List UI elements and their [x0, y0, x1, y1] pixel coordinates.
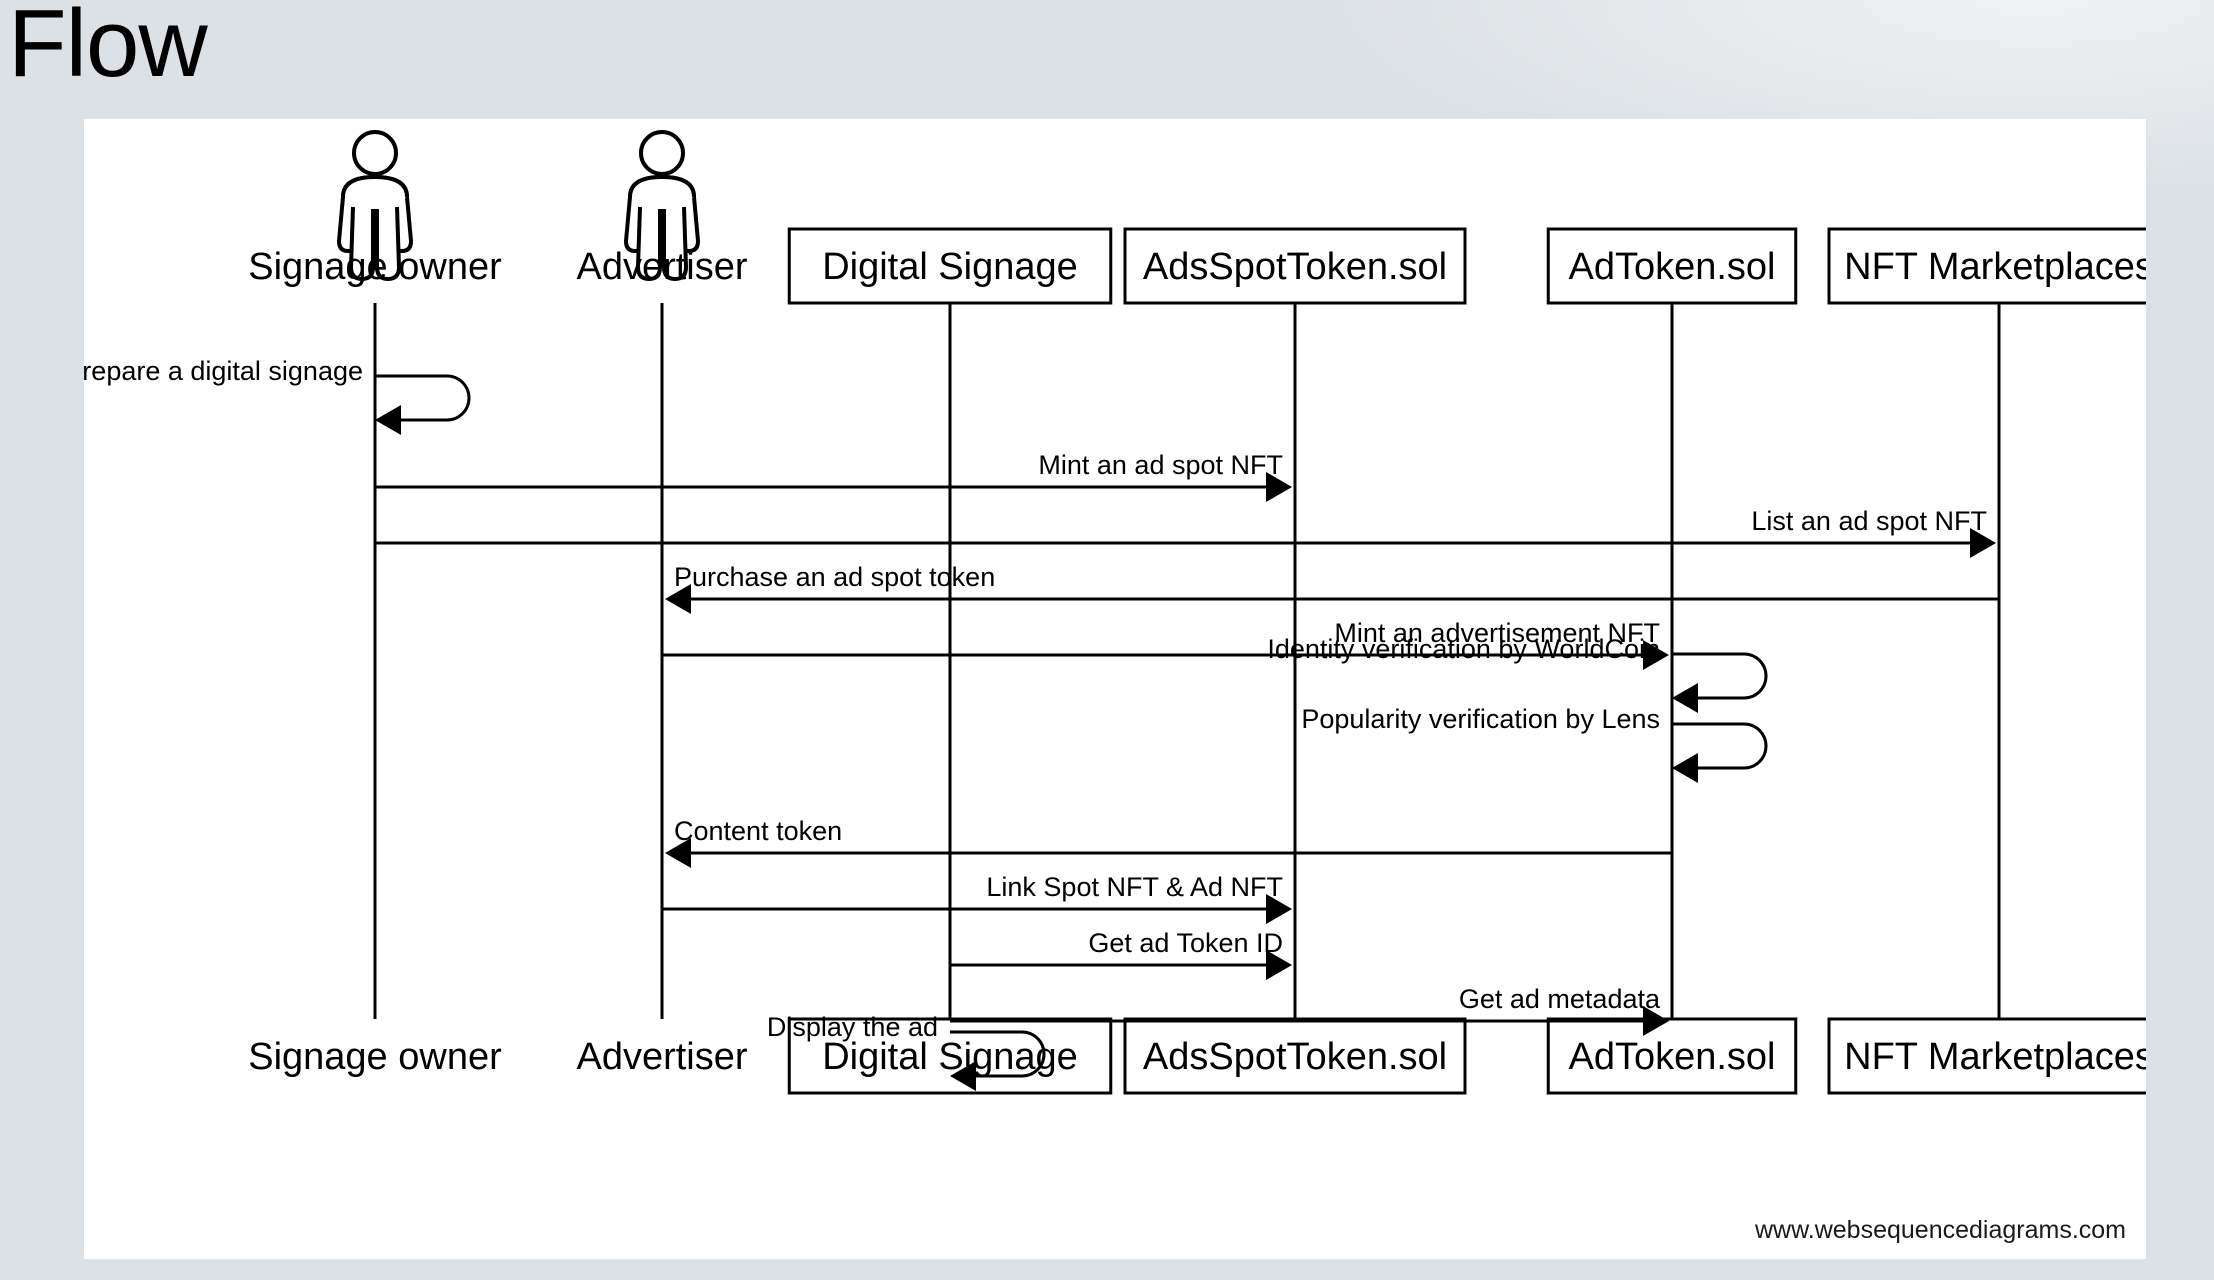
message-6[interactable]: Identity verification by WorldCoin: [1267, 634, 1768, 713]
message-8[interactable]: Content token: [665, 816, 1672, 868]
participant-label: Digital Signage: [822, 246, 1078, 288]
diagram-canvas: Signage owner Signage owner Advertiser Adve…: [84, 119, 2146, 1259]
participant-label: AdsSpotToken.sol: [1143, 246, 1447, 288]
message-label: List an ad spot NFT: [1751, 506, 1987, 536]
participant-signage_owner[interactable]: Signage owner Signage owner: [248, 130, 502, 1078]
message-label: Prepare a digital signage: [84, 356, 363, 386]
participant-advertiser[interactable]: Advertiser Advertiser: [576, 130, 748, 1078]
message-9[interactable]: Link Spot NFT & Ad NFT: [662, 872, 1292, 924]
participant-label: AdsSpotToken.sol: [1143, 1036, 1447, 1078]
message-label: Popularity verification by Lens: [1301, 704, 1660, 734]
message-label: Identity verification by WorldCoin: [1267, 634, 1660, 664]
arrow-head: [1672, 753, 1698, 783]
participant-label: AdToken.sol: [1568, 246, 1775, 288]
message-label: Get ad metadata: [1459, 984, 1661, 1014]
message-label: Purchase an ad spot token: [674, 562, 995, 592]
arrow-head: [375, 405, 401, 435]
participant-label: AdToken.sol: [1568, 1036, 1775, 1078]
message-2[interactable]: Mint an ad spot NFT: [375, 450, 1292, 502]
page-title: Flow: [8, 0, 208, 97]
message-4[interactable]: Purchase an ad spot token: [665, 562, 1999, 614]
participant-nft_markets[interactable]: NFT Marketplaces NFT Marketplaces: [1827, 227, 2146, 1095]
participant-digital_signage[interactable]: Digital SignageDigital Signage: [787, 227, 1113, 1095]
message-label: Content token: [674, 816, 842, 846]
participant-label-bottom: Advertiser: [576, 1036, 747, 1078]
message-1[interactable]: Prepare a digital signage: [84, 356, 471, 435]
participant-label: NFT Marketplaces: [1844, 1036, 2146, 1078]
message-label: Get ad Token ID: [1088, 928, 1283, 958]
watermark-text: www.websequencediagrams.com: [1754, 1216, 2126, 1244]
participant-label: NFT Marketplaces: [1844, 246, 2146, 288]
participant-label-top: Signage owner: [248, 246, 502, 288]
arrow-head: [1672, 683, 1698, 713]
message-label: Display the ad: [767, 1012, 938, 1042]
message-3[interactable]: List an ad spot NFT: [375, 506, 1996, 558]
presentation-slide: Flow Signage owner Signage owner Advertise…: [0, 0, 2214, 1280]
message-10[interactable]: Get ad Token ID: [950, 928, 1292, 980]
message-label: Mint an ad spot NFT: [1038, 450, 1283, 480]
participant-label-top: Advertiser: [576, 246, 747, 288]
message-7[interactable]: Popularity verification by Lens: [1301, 704, 1768, 783]
message-label: Link Spot NFT & Ad NFT: [986, 872, 1283, 902]
participant-label-bottom: Signage owner: [248, 1036, 502, 1078]
sequence-diagram: Signage ownerSignage ownerAdvertiserAdve…: [84, 130, 2146, 1095]
